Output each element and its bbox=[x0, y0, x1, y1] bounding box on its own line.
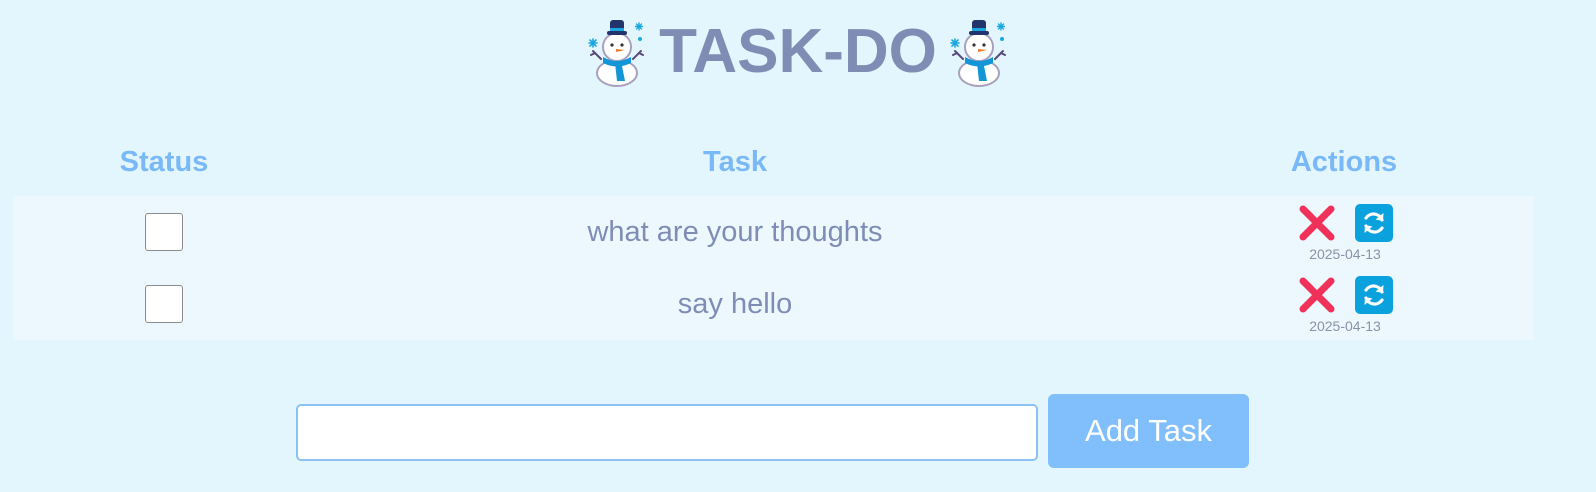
close-icon bbox=[1299, 277, 1335, 312]
delete-button[interactable] bbox=[1297, 203, 1337, 243]
app-header: TASK-DO bbox=[0, 14, 1596, 90]
table-row: what are your thoughts 2025-04-13 bbox=[13, 196, 1533, 268]
table-row: say hello 2025-04-13 bbox=[13, 268, 1533, 340]
app-title: TASK-DO bbox=[659, 17, 937, 86]
row-actions: 2025-04-13 bbox=[1295, 203, 1393, 262]
task-input[interactable] bbox=[296, 403, 1038, 461]
delete-button[interactable] bbox=[1297, 275, 1337, 315]
update-button[interactable] bbox=[1355, 203, 1393, 242]
update-button[interactable] bbox=[1355, 275, 1393, 314]
task-table: Status Task Actions what are your though… bbox=[13, 140, 1533, 340]
refresh-icon bbox=[1364, 211, 1384, 234]
refresh-icon bbox=[1364, 283, 1384, 306]
task-list: what are your thoughts 2025-04-13 say he… bbox=[13, 196, 1533, 340]
snowman-icon bbox=[949, 19, 1006, 87]
add-task-button[interactable]: Add Task bbox=[1048, 394, 1249, 468]
actions-column-header: Actions bbox=[1290, 145, 1398, 178]
task-text: say hello bbox=[677, 287, 793, 320]
row-actions: 2025-04-13 bbox=[1295, 275, 1393, 334]
close-icon bbox=[1299, 205, 1335, 240]
task-column-header: Task bbox=[703, 145, 767, 178]
snowman-icon bbox=[588, 19, 645, 87]
status-column-header: Status bbox=[119, 145, 209, 178]
status-checkbox[interactable] bbox=[145, 285, 183, 323]
add-task-form: Add Task bbox=[296, 394, 1249, 468]
table-header: Status Task Actions bbox=[13, 140, 1533, 184]
task-text: what are your thoughts bbox=[587, 215, 883, 248]
task-date: 2025-04-13 bbox=[1309, 245, 1381, 262]
task-date: 2025-04-13 bbox=[1309, 317, 1381, 334]
status-checkbox[interactable] bbox=[145, 213, 183, 251]
